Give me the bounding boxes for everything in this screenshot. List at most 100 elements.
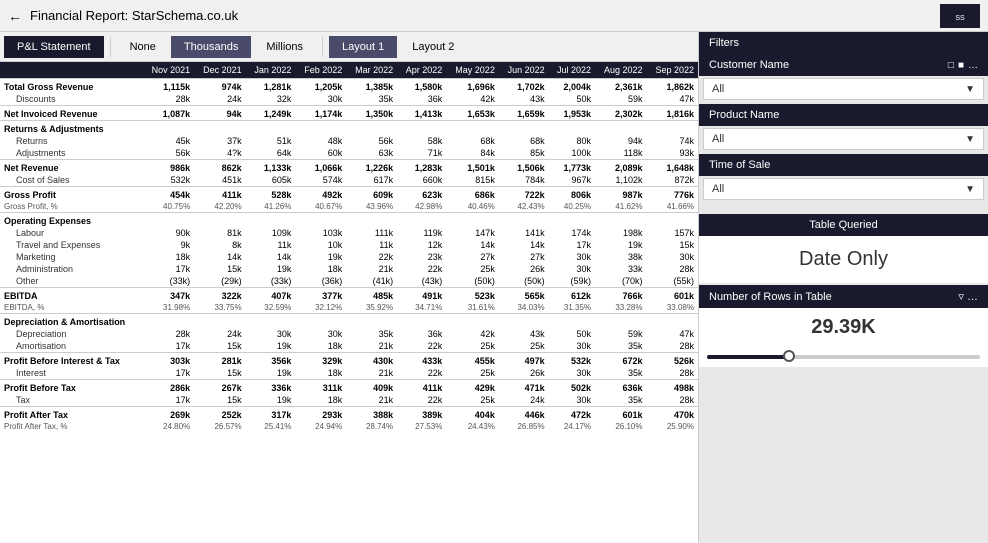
row-cell: 601k [646, 288, 698, 303]
row-cell: 71k [397, 147, 446, 160]
row-cell: 329k [295, 353, 346, 368]
row-cell: 43k [499, 93, 549, 106]
row-cell: 19k [595, 239, 646, 251]
row-cell: 1,702k [499, 79, 549, 94]
row-cell: 987k [595, 187, 646, 202]
row-cell: 455k [446, 353, 499, 368]
filter-customer-name-icon2[interactable]: ■ [958, 60, 964, 71]
row-cell: 433k [397, 353, 446, 368]
tab-layout2[interactable]: Layout 2 [399, 36, 467, 58]
col-header-jan2022: Jan 2022 [246, 62, 296, 79]
row-cell: 15k [194, 394, 245, 407]
row-cell: 1,506k [499, 160, 549, 175]
row-cell [646, 121, 698, 136]
tab-pl-statement[interactable]: P&L Statement [4, 36, 104, 58]
row-cell: 1,174k [295, 106, 346, 121]
table-row: Returns & Adjustments [0, 121, 698, 136]
row-cell: 1,283k [397, 160, 446, 175]
table-row: Interest17k15k19k18k21k22k25k26k30k35k28… [0, 367, 698, 380]
filter-customer-name-label: Customer Name [709, 59, 789, 71]
col-header-feb2022: Feb 2022 [295, 62, 346, 79]
row-cell: 2,004k [549, 79, 595, 94]
row-cell: 42k [446, 328, 499, 340]
row-cell: 45k [143, 135, 194, 147]
col-header-may2022: May 2022 [446, 62, 499, 79]
row-cell: 497k [499, 353, 549, 368]
table-area: Nov 2021 Dec 2021 Jan 2022 Feb 2022 Mar … [0, 62, 698, 543]
filter-customer-name-more[interactable]: … [968, 60, 978, 71]
row-cell [295, 314, 346, 329]
row-cell: 311k [295, 380, 346, 395]
tab-millions[interactable]: Millions [253, 36, 316, 58]
row-cell: 157k [646, 227, 698, 239]
tab-layout1[interactable]: Layout 1 [329, 36, 397, 58]
row-cell: 32.12% [295, 302, 346, 314]
row-cell: 22k [397, 263, 446, 275]
row-cell: 37k [194, 135, 245, 147]
row-label: Profit Before Interest & Tax [0, 353, 143, 368]
table-row: Marketing18k14k14k19k22k23k27k27k30k38k3… [0, 251, 698, 263]
filter-customer-name-icon1[interactable]: □ [948, 60, 954, 71]
table-row: Profit Before Tax286k267k336k311k409k411… [0, 380, 698, 395]
table-row: Depreciation28k24k30k30k35k36k42k43k50k5… [0, 328, 698, 340]
table-row: Total Gross Revenue1,115k974k1,281k1,205… [0, 79, 698, 94]
row-cell: 23k [397, 251, 446, 263]
row-cell: 64k [246, 147, 296, 160]
tab-none[interactable]: None [117, 36, 169, 58]
row-cell: 356k [246, 353, 296, 368]
row-cell: 411k [194, 187, 245, 202]
row-cell: 30k [295, 93, 346, 106]
tab-thousands[interactable]: Thousands [171, 36, 251, 58]
row-cell: 41.66% [646, 201, 698, 213]
toolbar: P&L Statement None Thousands Millions La… [0, 32, 698, 62]
row-label: Gross Profit [0, 187, 143, 202]
row-cell [143, 121, 194, 136]
table-row: Profit After Tax269k252k317k293k388k389k… [0, 407, 698, 422]
row-cell: 30k [549, 263, 595, 275]
row-cell: 38k [595, 251, 646, 263]
row-cell: 40.75% [143, 201, 194, 213]
row-label: Discounts [0, 93, 143, 106]
row-cell: 1,648k [646, 160, 698, 175]
row-cell: 59k [595, 93, 646, 106]
row-cell: 50k [549, 93, 595, 106]
row-cell: 50k [549, 328, 595, 340]
filter-product-name-dropdown[interactable]: All ▼ [703, 128, 984, 150]
rows-more-icon[interactable]: … [967, 291, 978, 303]
row-cell: 532k [549, 353, 595, 368]
slider-track[interactable] [707, 355, 980, 359]
col-header-apr2022: Apr 2022 [397, 62, 446, 79]
row-cell [446, 213, 499, 228]
filter-customer-name-value: All [712, 83, 724, 95]
row-cell: 377k [295, 288, 346, 303]
filter-customer-name-dropdown[interactable]: All ▼ [703, 78, 984, 100]
row-cell: 26.10% [595, 421, 646, 432]
row-cell: 1,773k [549, 160, 595, 175]
row-cell: 11k [246, 239, 296, 251]
back-button[interactable]: ← [8, 8, 22, 24]
row-cell: 36k [397, 328, 446, 340]
row-cell: 56k [143, 147, 194, 160]
row-label: Profit Before Tax [0, 380, 143, 395]
row-cell [499, 213, 549, 228]
row-cell: 94k [194, 106, 245, 121]
table-row: Tax17k15k19k18k21k22k25k24k30k35k28k [0, 394, 698, 407]
row-cell: 872k [646, 174, 698, 187]
row-cell: 2,361k [595, 79, 646, 94]
table-row: Travel and Expenses9k8k11k10k11k12k14k14… [0, 239, 698, 251]
filter-time-of-sale: Time of Sale All ▼ [699, 154, 988, 202]
slider-handle[interactable] [783, 350, 795, 362]
filter-time-of-sale-dropdown[interactable]: All ▼ [703, 178, 984, 200]
rows-title-label: Number of Rows in Table [709, 291, 832, 303]
row-cell: 19k [246, 340, 296, 353]
row-cell: 28.74% [346, 421, 397, 432]
row-label: Cost of Sales [0, 174, 143, 187]
rows-filter-icon[interactable]: ▿ [958, 291, 964, 303]
row-cell: 1,413k [397, 106, 446, 121]
row-cell: 24.94% [295, 421, 346, 432]
row-cell: 59k [595, 328, 646, 340]
row-cell: 18k [295, 367, 346, 380]
row-cell: 27k [499, 251, 549, 263]
row-cell: 42.20% [194, 201, 245, 213]
row-cell: 766k [595, 288, 646, 303]
